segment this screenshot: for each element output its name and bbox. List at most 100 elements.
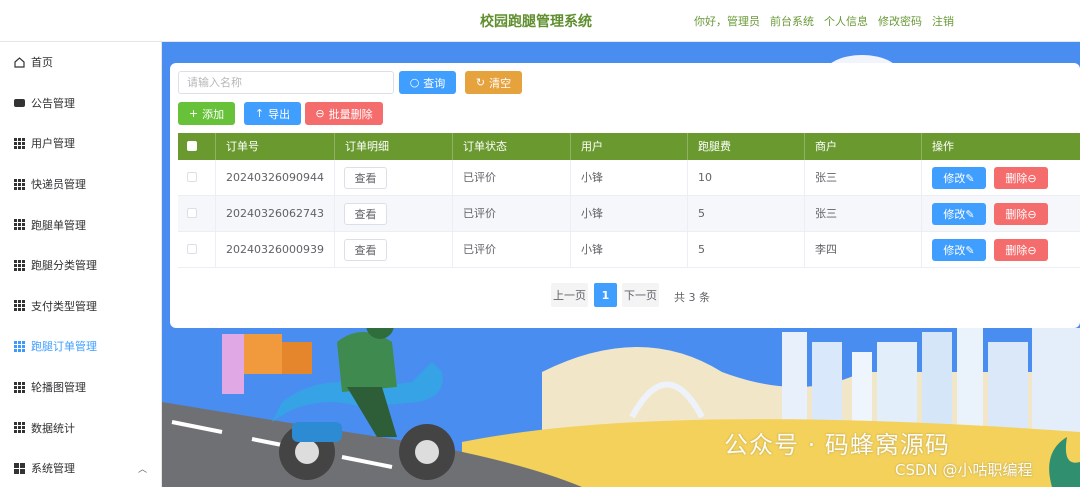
cell-order-no: 20240326000939 [216,232,335,268]
view-detail-button[interactable]: 查看 [344,239,387,261]
grid-icon [14,340,25,352]
col-order-status: 订单状态 [453,133,571,160]
clear-button[interactable]: ↻ 清空 [465,71,522,94]
col-merchant: 商户 [805,133,922,160]
export-button-label: 导出 [268,107,291,121]
change-password-link[interactable]: 修改密码 [878,13,922,29]
delete-button-label: 删除 [1005,244,1028,257]
edit-button[interactable]: 修改✎ [932,167,986,189]
sidebar-item-categories[interactable]: 跑腿分类管理 [0,245,161,286]
row-checkbox[interactable] [187,208,197,218]
watermark-wechat: 公众号 · 码蜂窝源码 [724,431,950,459]
sidebar-item-payment-types[interactable]: 支付类型管理 [0,286,161,327]
select-all-checkbox[interactable] [187,141,197,151]
cell-detail: 查看 [335,232,453,268]
cell-actions: 修改✎ 删除⊖ [922,196,1080,232]
search-icon: ○ [409,76,420,89]
grid-icon [14,219,25,231]
grid-icon [14,381,25,393]
next-page-button[interactable]: 下一页 [622,283,659,307]
edit-icon: ✎ [965,244,975,257]
export-button[interactable]: ↑ 导出 [244,102,301,125]
edit-button[interactable]: 修改✎ [932,203,986,225]
minus-circle-icon: ⊖ [1027,244,1037,257]
sidebar: 首页 公告管理 用户管理 快递员管理 跑腿单管理 跑腿分类管理 支付类型管理 跑… [0,42,162,487]
cell-fee: 5 [688,196,805,232]
sidebar-item-label: 支付类型管理 [31,299,97,313]
add-button-label: 添加 [202,107,225,121]
sidebar-item-notice[interactable]: 公告管理 [0,83,161,124]
arrow-up-icon: ↑ [254,107,265,120]
top-header: 校园跑腿管理系统 你好，管理员 前台系统 个人信息 修改密码 注销 [0,0,1080,42]
cell-status: 已评价 [453,232,571,268]
add-button[interactable]: + 添加 [178,102,235,125]
sidebar-item-label: 数据统计 [31,421,75,435]
sidebar-item-label: 跑腿订单管理 [31,340,97,354]
page-1-button[interactable]: 1 [594,283,617,307]
delete-button[interactable]: 删除⊖ [994,203,1048,225]
grid-icon [14,259,25,271]
edit-button-label: 修改 [943,172,966,185]
cell-order-no: 20240326090944 [216,160,335,196]
table-row: 20240326062743 查看 已评价 小锋 5 张三 修改✎ 删除⊖ [178,196,1080,232]
batch-delete-button[interactable]: ⊖ 批量删除 [305,102,383,125]
sidebar-item-label: 快递员管理 [31,178,86,192]
grid4-icon [14,462,25,474]
sidebar-item-couriers[interactable]: 快递员管理 [0,164,161,205]
query-button-label: 查询 [423,76,446,90]
cell-user: 小锋 [571,196,688,232]
cell-order-no: 20240326062743 [216,196,335,232]
delete-button[interactable]: 删除⊖ [994,239,1048,261]
plus-icon: + [188,107,199,120]
logout-link[interactable]: 注销 [932,13,954,29]
edit-button[interactable]: 修改✎ [932,239,986,261]
sidebar-item-statistics[interactable]: 数据统计 [0,407,161,448]
edit-icon: ✎ [965,172,975,185]
cell-status: 已评价 [453,160,571,196]
edit-button-label: 修改 [943,208,966,221]
row-select-cell [178,232,216,268]
sidebar-item-label: 跑腿单管理 [31,218,86,232]
home-icon [14,56,25,68]
query-button[interactable]: ○ 查询 [399,71,456,94]
row-checkbox[interactable] [187,172,197,182]
grid-icon [14,137,25,149]
sidebar-item-home[interactable]: 首页 [0,42,161,83]
grid-icon [14,178,25,190]
front-system-link[interactable]: 前台系统 [770,13,814,29]
profile-link[interactable]: 个人信息 [824,13,868,29]
chat-icon [14,98,25,107]
delete-button[interactable]: 删除⊖ [994,167,1048,189]
sidebar-item-label: 跑腿分类管理 [31,259,97,273]
chevron-up-icon: ︿ [137,464,147,475]
watermark-csdn: CSDN @小咕职编程 [895,461,1033,479]
cell-fee: 5 [688,232,805,268]
table-row: 20240326090944 查看 已评价 小锋 10 张三 修改✎ 删除⊖ [178,160,1080,196]
table-row: 20240326000939 查看 已评价 小锋 5 李四 修改✎ 删除⊖ [178,232,1080,268]
batch-delete-button-label: 批量删除 [328,107,373,121]
cell-fee: 10 [688,160,805,196]
sidebar-item-label: 公告管理 [31,96,75,110]
cell-merchant: 张三 [805,196,922,232]
sidebar-item-label: 用户管理 [31,137,75,151]
col-order-no: 订单号 [216,133,335,160]
col-order-detail: 订单明细 [335,133,453,160]
view-detail-button[interactable]: 查看 [344,167,387,189]
row-checkbox[interactable] [187,244,197,254]
select-all-cell [178,133,216,160]
sidebar-item-carousel[interactable]: 轮播图管理 [0,367,161,408]
refresh-icon: ↻ [475,76,486,89]
cell-actions: 修改✎ 删除⊖ [922,160,1080,196]
sidebar-item-errands[interactable]: 跑腿单管理 [0,204,161,245]
sidebar-item-label: 首页 [31,56,53,70]
search-input[interactable] [178,71,394,94]
sidebar-item-users[interactable]: 用户管理 [0,123,161,164]
cell-user: 小锋 [571,232,688,268]
row-select-cell [178,160,216,196]
cell-merchant: 张三 [805,160,922,196]
sidebar-item-orders[interactable]: 跑腿订单管理 [0,326,161,367]
sidebar-item-system[interactable]: 系统管理 ︿ [0,448,161,487]
app-title: 校园跑腿管理系统 [480,14,592,30]
view-detail-button[interactable]: 查看 [344,203,387,225]
prev-page-button[interactable]: 上一页 [551,283,588,307]
